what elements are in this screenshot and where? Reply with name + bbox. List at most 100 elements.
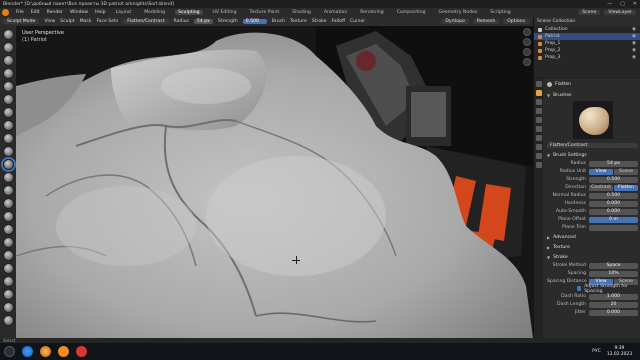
advanced-section-header[interactable]: ▶ Advanced (547, 233, 638, 241)
stroke-section-header[interactable]: ▼ Stroke (547, 253, 638, 261)
mask-menu[interactable]: Mask (80, 19, 92, 24)
menu-window[interactable]: Window (70, 10, 88, 15)
start-menu-icon[interactable] (4, 346, 15, 357)
flatten-brush-icon[interactable] (2, 159, 14, 170)
sculpt-menu[interactable]: Sculpt (60, 19, 74, 24)
chrome-icon[interactable] (40, 346, 51, 357)
scrape-brush-icon[interactable] (2, 185, 14, 196)
draw-sharp-brush-icon[interactable] (2, 42, 14, 53)
active-tool-tab-icon[interactable] (535, 90, 542, 96)
blob-brush-icon[interactable] (2, 120, 14, 131)
outliner-row-prop-1[interactable]: Prop_1 ◉ (534, 40, 640, 47)
grab-brush-icon[interactable] (2, 224, 14, 235)
tool-tab-icon[interactable] (535, 81, 542, 87)
slide-relax-brush-icon[interactable] (2, 315, 14, 326)
face-sets-menu[interactable]: Face Sets (96, 19, 118, 24)
draw-brush-icon[interactable] (2, 29, 14, 40)
camera-icon[interactable] (523, 48, 531, 56)
close-button[interactable]: ✕ (633, 1, 637, 7)
multiplane-scrape-brush-icon[interactable] (2, 198, 14, 209)
workspace-tab-geometry-nodes[interactable]: Geometry Nodes (436, 10, 481, 15)
snake-hook-brush-icon[interactable] (2, 250, 14, 261)
adjust-strength-checkbox[interactable]: Adjust Strength for Spacing (577, 284, 638, 294)
plane-offset-value[interactable]: 0 m (589, 216, 638, 223)
view-layer-selector[interactable]: ViewLayer (604, 10, 636, 15)
maximize-button[interactable]: ▢ (620, 1, 625, 7)
pan-hand-icon[interactable] (523, 38, 531, 46)
language-indicator[interactable]: РУС (592, 349, 601, 354)
pinch-brush-icon[interactable] (2, 211, 14, 222)
menu-help[interactable]: Help (95, 10, 105, 15)
workspace-tab-texture-paint[interactable]: Texture Paint (247, 10, 283, 15)
workspace-tab-scripting[interactable]: Scripting (487, 10, 513, 15)
view-menu[interactable]: View (44, 19, 55, 24)
outliner-row-patriot[interactable]: Patriot ◉ (534, 33, 640, 40)
radius-unit-scene-option[interactable]: Scene (614, 168, 638, 175)
workspace-tab-shading[interactable]: Shading (289, 10, 314, 15)
visibility-eye-icon[interactable]: ◉ (632, 27, 636, 32)
modifier-tab-icon[interactable] (535, 153, 542, 159)
rotate-brush-icon[interactable] (2, 302, 14, 313)
workspace-tab-uv-editing[interactable]: UV Editing (210, 10, 240, 15)
render-tab-icon[interactable] (535, 99, 542, 105)
spacing-value[interactable]: 10% (589, 270, 638, 277)
workspace-tab-rendering[interactable]: Rendering (357, 10, 386, 15)
3d-viewport[interactable]: User Perspective (1) Patriot (16, 26, 533, 338)
output-tab-icon[interactable] (535, 108, 542, 114)
visibility-eye-icon[interactable]: ◉ (632, 48, 636, 53)
brush-menu[interactable]: Brush (272, 19, 285, 24)
dash-length-value[interactable]: 20 (589, 301, 638, 308)
options-menu[interactable]: Options (503, 19, 529, 24)
pose-brush-icon[interactable] (2, 276, 14, 287)
smooth-brush-icon[interactable] (2, 146, 14, 157)
remesh-menu[interactable]: Remesh (472, 19, 500, 24)
menu-edit[interactable]: Edit (31, 10, 40, 15)
brush-datablock-name[interactable]: Flatten/Contrast (547, 142, 638, 148)
nudge-brush-icon[interactable] (2, 289, 14, 300)
object-tab-icon[interactable] (535, 144, 542, 150)
clay-brush-icon[interactable] (2, 55, 14, 66)
outliner-row-prop-2[interactable]: Prop_2 ◉ (534, 47, 640, 54)
blender-logo-icon[interactable] (2, 9, 9, 16)
jitter-value[interactable]: 0.000 (589, 309, 638, 316)
brush-preview-thumbnail[interactable] (573, 101, 613, 139)
visibility-eye-icon[interactable]: ◉ (632, 34, 636, 39)
menu-render[interactable]: Render (47, 10, 63, 15)
strength-field[interactable]: 0.500 (242, 19, 267, 24)
workspace-tab-compositing[interactable]: Compositing (394, 10, 429, 15)
elastic-deform-brush-icon[interactable] (2, 237, 14, 248)
dash-ratio-value[interactable]: 1.000 (589, 293, 638, 300)
cursor-menu[interactable]: Cursor (350, 19, 365, 24)
minimize-button[interactable]: — (607, 1, 612, 7)
stroke-method-dropdown[interactable]: Space (589, 262, 638, 269)
visibility-eye-icon[interactable]: ◉ (632, 41, 636, 46)
dyntopo-toggle[interactable]: Dyntopo (441, 19, 469, 24)
brushes-section-header[interactable]: ▼ Brushes (547, 91, 638, 99)
material-tab-icon[interactable] (535, 162, 542, 168)
outliner-row-collection[interactable]: Collection ◉ (534, 26, 640, 33)
workspace-tab-animation[interactable]: Animation (321, 10, 350, 15)
outliner-row-prop-3[interactable]: Prop_3 ◉ (534, 54, 640, 61)
radius-field[interactable]: 54 px (193, 19, 213, 24)
layer-brush-icon[interactable] (2, 94, 14, 105)
direction-contrast-option[interactable]: Contrast (589, 184, 613, 191)
visibility-eye-icon[interactable]: ◉ (632, 55, 636, 60)
zoom-icon[interactable] (523, 28, 531, 36)
auto-smooth-value[interactable]: 0.000 (589, 208, 638, 215)
clock[interactable]: 9:39 13.02.2023 (607, 346, 632, 358)
brush-selector[interactable]: Flatten/Contrast (123, 19, 169, 24)
plane-trim-value[interactable] (589, 224, 638, 231)
scene-tab-icon[interactable] (535, 126, 542, 132)
grid-icon[interactable] (523, 58, 531, 66)
world-tab-icon[interactable] (535, 135, 542, 141)
falloff-menu[interactable]: Falloff (331, 19, 345, 24)
blender-taskbar-icon[interactable] (58, 346, 69, 357)
view-layer-tab-icon[interactable] (535, 117, 542, 123)
record-app-icon[interactable] (76, 346, 87, 357)
thumb-brush-icon[interactable] (2, 263, 14, 274)
radius-value[interactable]: 54 px (589, 160, 638, 167)
menu-file[interactable]: File (16, 10, 24, 15)
browser-icon[interactable] (22, 346, 33, 357)
workspace-tab-modeling[interactable]: Modeling (141, 10, 168, 15)
radius-unit-view-option[interactable]: View (589, 168, 613, 175)
